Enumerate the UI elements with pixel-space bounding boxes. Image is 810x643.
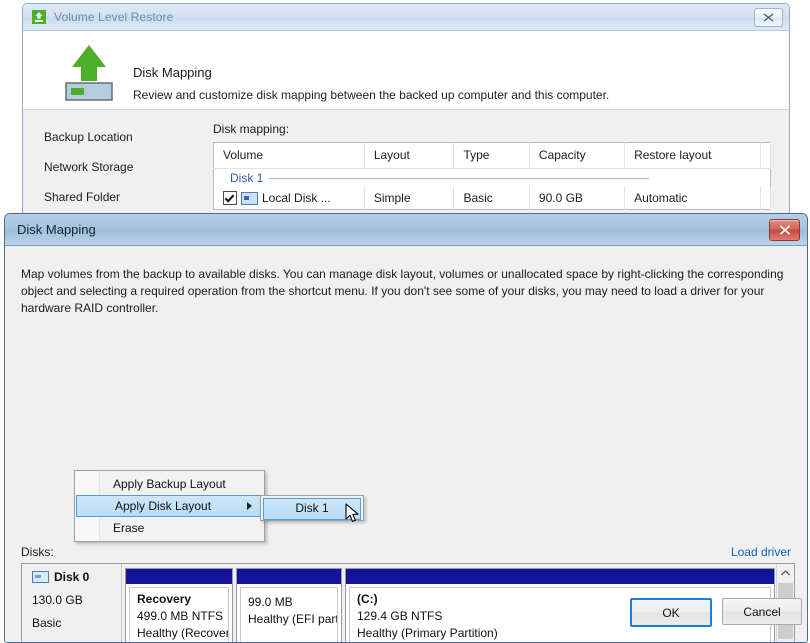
drive-icon	[241, 192, 258, 205]
partition-color-bar	[237, 569, 341, 584]
partition[interactable]: Recovery 499.0 MB NTFS Healthy (Recovery…	[125, 568, 233, 643]
dialog-titlebar: Disk Mapping	[5, 214, 807, 246]
context-menu: Apply Backup Layout Apply Disk Layout Er…	[74, 470, 265, 542]
partition-size: 99.0 MB	[248, 595, 337, 609]
partition[interactable]: 99.0 MB Healthy (EFI partition)	[236, 568, 342, 643]
disk-mapping-table: Volume Layout Type Capacity Restore layo…	[213, 142, 771, 210]
table-header-row: Volume Layout Type Capacity Restore layo…	[214, 143, 771, 169]
table-row[interactable]: Local Disk ... Simple Basic 90.0 GB Auto…	[214, 187, 771, 210]
menu-item-apply-backup-layout[interactable]: Apply Backup Layout	[75, 473, 264, 495]
column-capacity[interactable]: Capacity	[529, 143, 624, 169]
background-body: Backup Location Network Storage Shared F…	[23, 110, 789, 220]
background-close-button[interactable]	[754, 8, 783, 27]
background-sidebar: Backup Location Network Storage Shared F…	[23, 110, 213, 220]
group-divider	[269, 178, 649, 179]
column-type[interactable]: Type	[454, 143, 529, 169]
close-icon	[779, 225, 791, 235]
partition-title: Recovery	[137, 592, 228, 606]
cell-type: Basic	[454, 187, 529, 210]
app-icon	[31, 9, 47, 25]
column-restore-layout[interactable]: Restore layout	[625, 143, 761, 169]
dialog-body: Map volumes from the backup to available…	[5, 246, 807, 642]
disks-label: Disks:	[21, 545, 54, 559]
volume-restore-icon	[58, 39, 120, 101]
background-header: Disk Mapping Review and customize disk m…	[23, 31, 789, 110]
sidebar-item-shared-folder[interactable]: Shared Folder	[23, 186, 213, 216]
menu-item-label: Apply Disk Layout	[115, 499, 211, 513]
scroll-up-icon[interactable]	[777, 564, 794, 581]
dialog-close-button[interactable]	[769, 219, 800, 241]
partition-color-bar	[346, 569, 774, 584]
cell-restore-layout: Automatic	[625, 187, 761, 210]
disk-mapping-label: Disk mapping:	[213, 122, 771, 136]
column-volume[interactable]: Volume	[214, 143, 365, 169]
disk-size: 130.0 GB	[32, 593, 121, 607]
partition-status: Healthy (EFI partition)	[248, 612, 337, 626]
background-main: Disk mapping: Volume Layout Type Capacit…	[213, 110, 789, 220]
menu-item-erase[interactable]: Erase	[75, 517, 264, 539]
disk-mapping-dialog: Disk Mapping Map volumes from the backup…	[4, 213, 808, 643]
submenu-item-disk-1[interactable]: Disk 1	[263, 498, 361, 520]
sidebar-item-network-storage[interactable]: Network Storage	[23, 156, 213, 186]
partition-status: Healthy (Recovery Partition)	[137, 626, 228, 640]
disk-type: Basic	[32, 616, 121, 630]
column-layout[interactable]: Layout	[364, 143, 454, 169]
disk-name: Disk 0	[54, 570, 89, 584]
partition-status: Healthy (Primary Partition)	[357, 626, 770, 640]
dialog-description: Map volumes from the backup to available…	[21, 266, 791, 317]
cell-extra	[761, 187, 771, 210]
ok-button[interactable]: OK	[630, 598, 712, 627]
cell-volume: Local Disk ...	[214, 187, 365, 210]
table-group-row: Disk 1	[214, 169, 771, 188]
partition-size: 499.0 MB NTFS	[137, 609, 228, 623]
volume-level-restore-window: Volume Level Restore Disk Mapping Review…	[22, 3, 790, 220]
close-icon	[763, 13, 774, 22]
menu-item-apply-disk-layout[interactable]: Apply Disk Layout	[76, 495, 263, 517]
group-label-disk1: Disk 1	[230, 171, 269, 185]
screen: Volume Level Restore Disk Mapping Review…	[0, 0, 810, 643]
background-window-titlebar: Volume Level Restore	[23, 4, 789, 31]
volume-name: Local Disk ...	[262, 191, 331, 205]
cancel-button[interactable]: Cancel	[722, 598, 802, 625]
row-checkbox[interactable]	[223, 191, 237, 205]
dialog-title: Disk Mapping	[17, 222, 96, 237]
disk-icon	[32, 571, 49, 583]
sidebar-item-backup-location[interactable]: Backup Location	[23, 126, 213, 156]
column-extra[interactable]	[761, 143, 771, 169]
background-header-title: Disk Mapping	[133, 65, 212, 80]
cell-capacity: 90.0 GB	[529, 187, 624, 210]
load-driver-link[interactable]: Load driver	[731, 545, 791, 559]
cell-layout: Simple	[364, 187, 454, 210]
partition-color-bar	[126, 569, 232, 584]
disk-info-0[interactable]: Disk 0 130.0 GB Basic	[22, 564, 122, 643]
context-submenu: Disk 1	[260, 495, 364, 521]
background-window-title: Volume Level Restore	[54, 10, 173, 24]
submenu-arrow-icon	[247, 502, 252, 510]
background-header-subtitle: Review and customize disk mapping betwee…	[133, 88, 609, 102]
